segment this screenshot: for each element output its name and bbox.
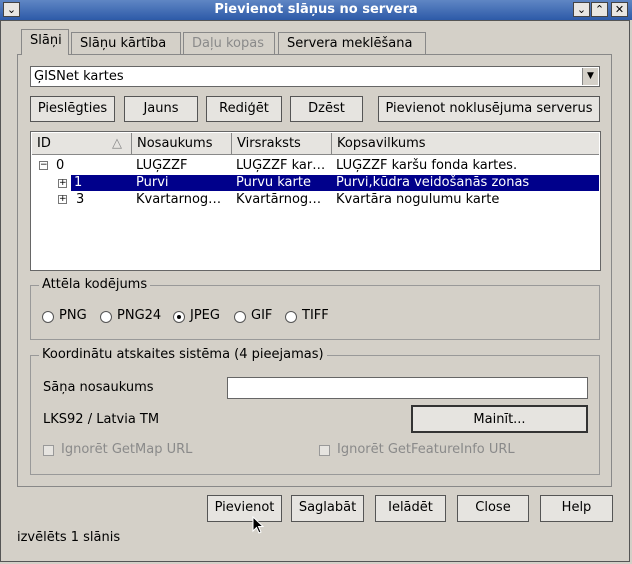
tab-layer-order[interactable]: Slāņu kārtība: [71, 32, 181, 54]
column-header-id[interactable]: ID △: [32, 133, 132, 155]
crs-legend: Koordinātu atskaites sistēma (4 pieejama…: [39, 347, 327, 362]
tab-server-search[interactable]: Servera meklēšana: [278, 32, 426, 54]
radio-gif-label: GIF: [251, 308, 273, 323]
radio-tiff[interactable]: [285, 311, 297, 323]
row-abstract: LUĢZZF karšu fonda kartes.: [336, 158, 518, 173]
minimize-icon[interactable]: ⌄: [573, 2, 590, 17]
expand-icon[interactable]: +: [58, 195, 67, 204]
tab-tilesets[interactable]: Daļu kopas: [183, 32, 275, 54]
server-select[interactable]: ĢISNet kartes ▼: [30, 66, 600, 87]
row-title: LUĢZZF kar…: [236, 158, 326, 173]
radio-png[interactable]: [42, 311, 54, 323]
radio-png24-label: PNG24: [117, 308, 162, 323]
title-bar: ⌄ Pievienot slāņus no servera ⌄ ⌃ ✕: [0, 0, 632, 20]
radio-jpeg[interactable]: [173, 311, 185, 323]
server-select-value: ĢISNet kartes: [34, 69, 124, 84]
add-button[interactable]: Pievienot: [207, 495, 282, 522]
radio-tiff-label: TIFF: [302, 308, 329, 323]
ignore-getmap-checkbox[interactable]: [43, 445, 54, 456]
row-id: 3: [76, 192, 85, 207]
new-button[interactable]: Jauns: [124, 96, 198, 122]
ignore-getfeatureinfo-checkbox[interactable]: [319, 445, 330, 456]
table-row-selected[interactable]: 1 Purvi Purvu karte Purvi,kūdra veidošan…: [71, 175, 599, 191]
tab-layers[interactable]: Slāņi: [21, 29, 69, 55]
image-encoding-legend: Attēla kodējums: [39, 277, 151, 292]
chevron-down-icon[interactable]: ▼: [582, 68, 598, 85]
mouse-cursor-icon: [252, 516, 264, 534]
help-button[interactable]: Help: [540, 495, 613, 522]
edit-button[interactable]: Rediģēt: [206, 96, 282, 122]
row-id: 1: [74, 175, 83, 190]
column-header-id-label: ID: [37, 136, 51, 151]
column-header-title[interactable]: Virsraksts: [232, 133, 332, 155]
close-window-icon[interactable]: ✕: [611, 2, 628, 17]
row-name: Kvartarnog…: [136, 192, 222, 207]
radio-png24[interactable]: [100, 311, 112, 323]
ignore-getfeatureinfo-label: Ignorēt GetFeatureInfo URL: [337, 442, 515, 457]
column-header-name[interactable]: Nosaukums: [132, 133, 232, 155]
layer-name-label: Sāņa nosaukums: [43, 380, 154, 395]
column-header-abstract[interactable]: Kopsavilkums: [332, 133, 599, 155]
radio-jpeg-label: JPEG: [190, 308, 220, 323]
save-button[interactable]: Saglabāt: [291, 495, 364, 522]
row-id: 0: [56, 158, 65, 173]
layers-table[interactable]: ID △ Nosaukums Virsraksts Kopsavilkums −…: [30, 131, 601, 271]
collapse-icon[interactable]: −: [39, 161, 48, 170]
sort-ascending-icon: △: [112, 136, 122, 151]
row-abstract: Purvi,kūdra veidošanās zonas: [336, 175, 530, 190]
table-row[interactable]: + 3 Kvartarnog… Kvartārnog… Kvartāra nog…: [32, 192, 599, 208]
radio-gif[interactable]: [234, 311, 246, 323]
maximize-icon[interactable]: ⌃: [591, 2, 608, 17]
close-button[interactable]: Close: [457, 495, 529, 522]
row-title: Purvu karte: [236, 175, 311, 190]
expand-icon[interactable]: +: [58, 179, 67, 188]
add-default-servers-button[interactable]: Pievienot noklusējuma serverus: [378, 96, 600, 122]
load-button[interactable]: Ielādēt: [375, 495, 446, 522]
change-crs-button[interactable]: Mainīt...: [411, 405, 588, 433]
status-text: izvēlēts 1 slānis: [17, 530, 121, 545]
row-abstract: Kvartāra nogulumu karte: [336, 192, 500, 207]
table-row[interactable]: − 0 LUĢZZF LUĢZZF kar… LUĢZZF karšu fond…: [32, 158, 599, 174]
row-title: Kvartārnog…: [236, 192, 322, 207]
radio-png-label: PNG: [59, 308, 87, 323]
delete-button[interactable]: Dzēst: [290, 96, 363, 122]
connect-button[interactable]: Pieslēgties: [30, 96, 115, 122]
row-name: Purvi: [136, 175, 169, 190]
window-title: Pievienot slāņus no servera: [214, 2, 418, 17]
current-crs: LKS92 / Latvia TM: [43, 412, 160, 427]
layer-name-input[interactable]: [227, 377, 588, 399]
row-name: LUĢZZF: [136, 158, 188, 173]
ignore-getmap-label: Ignorēt GetMap URL: [61, 442, 193, 457]
